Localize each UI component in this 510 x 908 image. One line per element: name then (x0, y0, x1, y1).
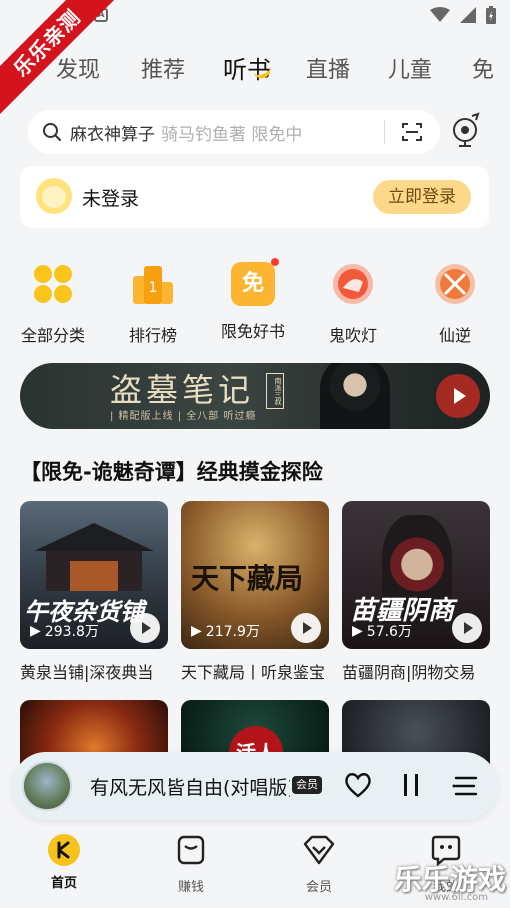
battery-icon (486, 6, 496, 24)
quick-label: 限免好书 (220, 322, 285, 341)
play-button[interactable] (452, 613, 482, 643)
nav-vip[interactable]: 会员 (279, 834, 359, 895)
play-count-value: 217.9万 (205, 624, 260, 640)
book-card[interactable]: 天下藏局 ▶ 217.9万 天下藏局丨听泉鉴宝 (181, 501, 329, 683)
voice-assistant-icon[interactable] (450, 112, 482, 148)
wifi-icon (430, 7, 450, 22)
search-icon (43, 123, 61, 141)
play-count-value: 293.8万 (44, 624, 99, 640)
diamond-icon (303, 835, 335, 865)
quick-label: 排行榜 (128, 326, 177, 345)
tab-kids[interactable]: 儿童 (388, 52, 432, 84)
cover-art (34, 523, 154, 591)
svg-text:1: 1 (149, 280, 158, 296)
book-title: 苗疆阴商|阴物交易 (342, 663, 476, 682)
quick-label: 全部分类 (20, 326, 85, 345)
quick-xianni[interactable]: 仙逆 (410, 258, 500, 346)
book-cover: 天下藏局 ▶ 217.9万 (181, 501, 329, 649)
rank-icon: 1 (133, 266, 173, 304)
tab-free[interactable]: 免 (472, 52, 494, 84)
nav-home[interactable]: 首页 (24, 834, 104, 891)
home-icon (48, 834, 80, 866)
promo-banner[interactable]: 盗墓笔记 | 精配版上线 | 全八部 听过瘾 南派三叔 (20, 363, 490, 429)
nav-label: 首页 (50, 876, 77, 891)
book-cover: 苗疆阴商 ▶ 57.6万 (342, 501, 490, 649)
banner-figure-image (320, 363, 390, 429)
quick-entries: 全部分类 1 排行榜 免 限免好书 鬼吹灯 仙逆 (0, 258, 510, 346)
free-icon-text: 免 (241, 271, 264, 296)
login-button[interactable]: 立即登录 (373, 180, 471, 214)
quick-ranking[interactable]: 1 排行榜 (108, 258, 198, 346)
playlist-icon[interactable] (452, 774, 478, 798)
banner-subtitle: | 精配版上线 | 全八部 听过瘾 (110, 411, 257, 422)
signal-icon (460, 7, 476, 23)
pause-icon[interactable] (402, 772, 420, 798)
play-count-icon: ▶ (30, 623, 41, 639)
play-count: ▶ 293.8万 (30, 621, 99, 641)
grid-icon (34, 265, 72, 303)
nav-label: 会员 (305, 880, 332, 895)
search-divider (384, 120, 385, 144)
play-icon (454, 388, 466, 404)
avatar[interactable] (36, 178, 72, 214)
cover-title: 天下藏局 (191, 562, 304, 595)
play-count: ▶ 57.6万 (352, 621, 412, 641)
play-count: ▶ 217.9万 (191, 621, 260, 641)
search-bar[interactable]: 麻衣神算子 骑马钓鱼著 限免中 (28, 110, 440, 154)
login-card: 未登录 立即登录 (20, 166, 489, 228)
section-title: 【限免-诡魅奇谭】经典摸金探险 (20, 460, 323, 484)
book-card[interactable]: 苗疆阴商 ▶ 57.6万 苗疆阴商|阴物交易 (342, 501, 490, 683)
vip-badge: 会员 (292, 776, 322, 794)
play-count-icon: ▶ (191, 623, 202, 639)
login-status: 未登录 (82, 188, 140, 210)
free-icon: 免 (231, 258, 279, 306)
tab-recommend[interactable]: 推荐 (141, 52, 185, 84)
quick-ghost-lamp[interactable]: 鬼吹灯 (308, 258, 398, 346)
top-tabs: 发现 推荐 听书 直播 儿童 免 (0, 46, 510, 90)
tab-live[interactable]: 直播 (306, 52, 350, 84)
player-cover[interactable] (22, 761, 72, 811)
new-badge (271, 258, 279, 266)
play-button[interactable] (291, 613, 321, 643)
quick-label: 仙逆 (438, 326, 471, 345)
play-count-value: 57.6万 (366, 624, 412, 640)
player-track-title: 有风无风皆自由(对唱版) (90, 777, 290, 799)
banner-title: 盗墓笔记 (110, 371, 255, 409)
banner-play-button[interactable] (436, 374, 480, 418)
ghost-lamp-icon (333, 264, 373, 304)
quick-free-books[interactable]: 免 限免好书 (208, 258, 298, 342)
scan-icon[interactable] (400, 120, 424, 144)
watermark-url: www.6ll.com (424, 892, 488, 903)
search-hint: 骑马钓鱼著 限免中 (161, 124, 303, 145)
book-cover: 午夜杂货铺 ▶ 293.8万 (20, 501, 168, 649)
book-title: 黄泉当铺|深夜典当 (20, 663, 154, 682)
quick-all-categories[interactable]: 全部分类 (8, 258, 98, 346)
heart-icon[interactable] (344, 772, 372, 798)
sword-icon (435, 264, 475, 304)
nav-label: 赚钱 (177, 880, 204, 895)
search-query: 麻衣神算子 (70, 124, 155, 145)
book-card[interactable]: 午夜杂货铺 ▶ 293.8万 黄泉当铺|深夜典当 (20, 501, 168, 683)
quick-label: 鬼吹灯 (328, 326, 377, 345)
mini-player[interactable]: 有风无风皆自由(对唱版) 会员 (12, 752, 498, 820)
wallet-icon (177, 835, 205, 865)
book-title: 天下藏局丨听泉鉴宝 (181, 663, 326, 682)
play-count-icon: ▶ (352, 623, 363, 639)
status-right-icons (430, 6, 496, 24)
nav-earn[interactable]: 赚钱 (151, 834, 231, 895)
tab-discover[interactable]: 发现 (56, 52, 100, 84)
banner-seal: 南派三叔 (266, 373, 284, 409)
play-button[interactable] (130, 613, 160, 643)
